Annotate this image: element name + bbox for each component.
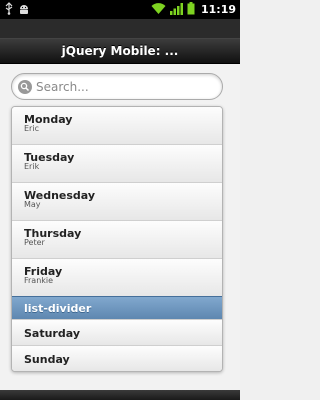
status-right-icons: 11:19: [151, 2, 236, 17]
signal-icon: [169, 0, 183, 19]
list-item[interactable]: Wednesday May: [12, 182, 222, 220]
list-item-subtitle: Frankie: [24, 276, 54, 285]
list-item-title: Sunday: [24, 353, 70, 366]
page-header: jQuery Mobile: ...: [0, 38, 240, 64]
usb-icon: [4, 0, 14, 19]
search-field[interactable]: [11, 73, 223, 100]
search-icon: [18, 80, 32, 94]
battery-icon: [187, 0, 195, 19]
list-item-subtitle: Erik: [24, 162, 40, 171]
status-gap: [0, 19, 240, 38]
list-item[interactable]: Friday Frankie: [12, 258, 222, 296]
list-item[interactable]: Saturday: [12, 319, 222, 345]
page-content: Monday Eric Tuesday Erik Wednesday May T…: [0, 64, 240, 390]
status-time: 11:19: [200, 3, 236, 16]
list-item[interactable]: Tuesday Erik: [12, 144, 222, 182]
page-title: jQuery Mobile: ...: [61, 44, 179, 58]
list-item[interactable]: Thursday Peter: [12, 220, 222, 258]
list-item-subtitle: Peter: [24, 238, 45, 247]
bottom-bar: [0, 390, 240, 400]
status-left-icons: [4, 2, 30, 17]
list-divider-label: list-divider: [24, 302, 92, 315]
list-view: Monday Eric Tuesday Erik Wednesday May T…: [11, 106, 223, 372]
list-item-title: Saturday: [24, 327, 80, 340]
wifi-icon: [151, 0, 166, 19]
android-debug-icon: [18, 0, 30, 19]
list-item-subtitle: May: [24, 200, 41, 209]
list-item[interactable]: Sunday: [12, 345, 222, 371]
list-item[interactable]: Monday Eric: [12, 107, 222, 144]
status-bar: 11:19: [0, 0, 240, 19]
list-item-subtitle: Eric: [24, 124, 39, 133]
search-input[interactable]: [36, 77, 216, 97]
list-divider: list-divider: [12, 296, 222, 319]
